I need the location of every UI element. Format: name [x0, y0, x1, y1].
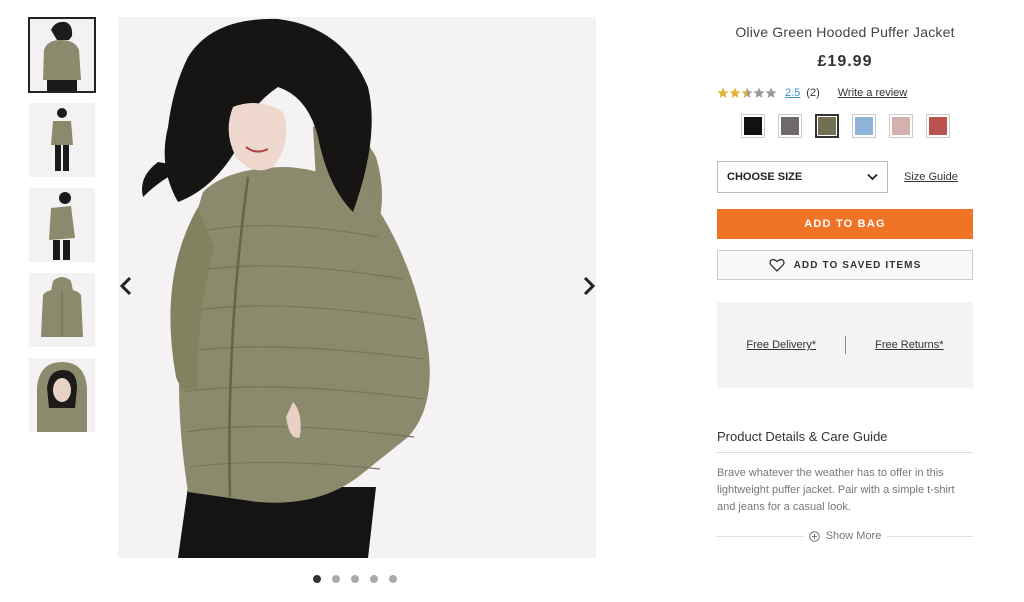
delivery-info-box: Free Delivery* Free Returns*	[717, 302, 973, 388]
previous-image-arrow-icon[interactable]	[116, 274, 136, 298]
add-to-saved-items-button[interactable]: ADD TO SAVED ITEMS	[717, 250, 973, 280]
next-image-arrow-icon[interactable]	[579, 274, 599, 298]
add-to-bag-button[interactable]: ADD TO BAG	[717, 209, 973, 239]
gallery-dot-4[interactable]	[370, 575, 378, 583]
swatch-black[interactable]	[741, 114, 765, 138]
thumbnail-3[interactable]	[29, 188, 95, 262]
star-empty-icon	[753, 87, 765, 98]
main-product-image	[118, 17, 596, 558]
product-thumbnail-image	[29, 103, 95, 177]
thumbnail-1[interactable]	[28, 17, 96, 93]
product-thumbnail-image	[29, 188, 95, 262]
delivery-divider	[845, 336, 847, 354]
show-more-row: Show More	[717, 528, 973, 544]
thumbnail-4[interactable]	[29, 273, 95, 347]
swatch-red[interactable]	[926, 114, 950, 138]
gallery-dot-1[interactable]	[313, 575, 321, 583]
thumbnail-list	[28, 17, 97, 443]
gallery-dot-3[interactable]	[351, 575, 359, 583]
rating-row: 2.5 (2) Write a review	[717, 85, 973, 101]
star-full-icon	[729, 87, 741, 98]
rating-stars	[717, 87, 777, 99]
product-details-heading: Product Details & Care Guide	[717, 429, 973, 453]
product-price: £19.99	[817, 53, 873, 70]
swatch-grey[interactable]	[778, 114, 802, 138]
size-guide-link[interactable]: Size Guide	[904, 171, 958, 183]
product-description: Brave whatever the weather has to offer …	[717, 467, 955, 513]
star-full-icon	[717, 87, 729, 98]
product-title: Olive Green Hooded Puffer Jacket	[735, 24, 955, 40]
product-info-panel: Olive Green Hooded Puffer Jacket £19.99 …	[717, 20, 973, 544]
thumbnail-5[interactable]	[29, 358, 95, 432]
plus-circle-icon	[808, 530, 820, 542]
free-returns-link[interactable]: Free Returns*	[875, 339, 943, 351]
swatch-light-blue[interactable]	[852, 114, 876, 138]
rating-count: (2)	[806, 87, 820, 99]
chevron-down-icon	[867, 173, 878, 181]
add-to-saved-label: ADD TO SAVED ITEMS	[793, 259, 922, 271]
gallery-dot-5[interactable]	[389, 575, 397, 583]
gallery-dot-2[interactable]	[332, 575, 340, 583]
size-row: CHOOSE SIZE Size Guide	[717, 161, 973, 193]
model-wearing-jacket-image	[118, 17, 596, 558]
swatch-olive[interactable]	[815, 114, 839, 138]
color-swatches	[717, 114, 973, 138]
free-delivery-link[interactable]: Free Delivery*	[746, 339, 816, 351]
swatch-pink[interactable]	[889, 114, 913, 138]
size-select-label: CHOOSE SIZE	[727, 171, 803, 183]
product-thumbnail-image	[29, 273, 95, 347]
heart-icon	[768, 258, 785, 272]
rating-value-link[interactable]: 2.5	[785, 87, 800, 99]
star-empty-icon	[765, 87, 777, 98]
star-half-icon	[741, 87, 753, 98]
product-thumbnail-image	[29, 358, 95, 432]
thumbnail-2[interactable]	[29, 103, 95, 177]
gallery-pagination	[313, 575, 397, 583]
show-more-label: Show More	[825, 530, 882, 542]
product-thumbnail-image	[29, 18, 95, 92]
size-select[interactable]: CHOOSE SIZE	[717, 161, 888, 193]
show-more-button[interactable]: Show More	[803, 530, 888, 542]
write-review-link[interactable]: Write a review	[838, 87, 907, 99]
